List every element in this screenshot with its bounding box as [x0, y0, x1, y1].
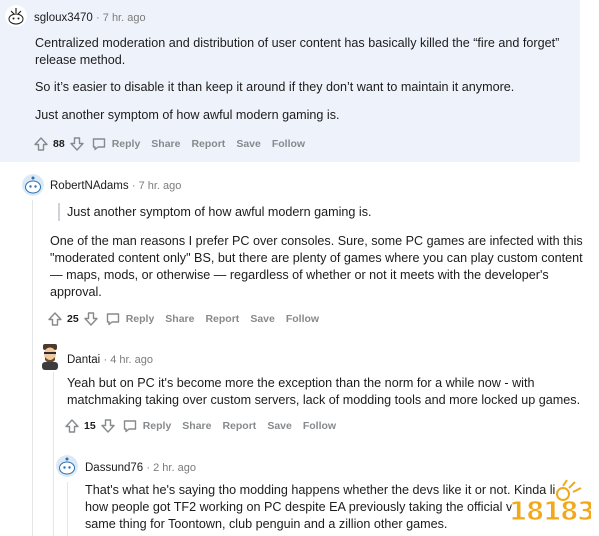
- thread-line: [53, 372, 54, 536]
- timestamp[interactable]: 4 hr. ago: [110, 354, 153, 366]
- thread-line: [67, 482, 68, 536]
- timestamp[interactable]: 7 hr. ago: [139, 180, 182, 192]
- avatar[interactable]: [5, 5, 27, 27]
- share-button[interactable]: Share: [182, 420, 211, 432]
- vote-score: 25: [67, 313, 79, 325]
- comment-text: So it’s easier to disable it than keep i…: [35, 80, 515, 94]
- reply-label: Reply: [125, 313, 155, 325]
- follow-button[interactable]: Follow: [286, 313, 319, 325]
- comment-text: approval.: [50, 285, 102, 299]
- save-button[interactable]: Save: [236, 138, 261, 150]
- reply-button[interactable]: Reply: [105, 311, 155, 327]
- username[interactable]: Dassund76: [85, 462, 143, 474]
- comment-body: Centralized moderation and distribution …: [35, 35, 575, 124]
- watermark-logo: 18183: [505, 478, 596, 530]
- comment-text: Centralized moderation and distribution …: [35, 36, 560, 50]
- comment-body: Yeah but on PC it's become more the exce…: [67, 375, 592, 409]
- comment-text: One of the man reasons I prefer PC over …: [50, 234, 583, 248]
- comment-actions: 15 Reply Share Report Save Follow: [64, 418, 347, 434]
- vote-score: 15: [84, 420, 96, 432]
- share-button[interactable]: Share: [165, 313, 194, 325]
- comment-header: RobertNAdams · 7 hr. ago: [50, 180, 182, 192]
- comment-actions: 88 Reply Share Report Save Follow: [33, 136, 316, 152]
- comment-text: "moderated content only" BS, but there a…: [50, 251, 583, 265]
- share-button[interactable]: Share: [151, 138, 180, 150]
- vote-control: 25: [47, 311, 99, 327]
- comment-header: Dassund76 · 2 hr. ago: [85, 462, 196, 474]
- follow-button[interactable]: Follow: [303, 420, 336, 432]
- report-button[interactable]: Report: [191, 138, 225, 150]
- timestamp[interactable]: 2 hr. ago: [153, 462, 196, 474]
- save-button[interactable]: Save: [250, 313, 275, 325]
- comment-actions: 25 Reply Share Report Save Follow: [47, 311, 330, 327]
- reply-label: Reply: [111, 138, 141, 150]
- report-button[interactable]: Report: [205, 313, 239, 325]
- avatar[interactable]: [56, 455, 78, 477]
- comment-body: One of the man reasons I prefer PC over …: [50, 233, 590, 301]
- upvote-icon[interactable]: [47, 311, 63, 327]
- avatar[interactable]: [38, 344, 62, 370]
- blockquote: Just another symptom of how awful modern…: [58, 203, 372, 221]
- username[interactable]: Dantai: [67, 354, 100, 366]
- downvote-icon[interactable]: [83, 311, 99, 327]
- save-button[interactable]: Save: [267, 420, 292, 432]
- username[interactable]: RobertNAdams: [50, 180, 129, 192]
- reply-button[interactable]: Reply: [122, 418, 172, 434]
- comment-header: sgloux3470 · 7 hr. ago: [34, 12, 146, 24]
- comment-text: matchmaking taking over custom servers, …: [67, 393, 581, 407]
- comment-text: — maps, mods, or otherwise — regardless …: [50, 268, 549, 282]
- comment-icon: [106, 313, 119, 326]
- vote-control: 88: [33, 136, 85, 152]
- downvote-icon[interactable]: [69, 136, 85, 152]
- vote-control: 15: [64, 418, 116, 434]
- timestamp[interactable]: 7 hr. ago: [103, 12, 146, 24]
- comment-text: Just another symptom of how awful modern…: [35, 108, 340, 122]
- comment-icon: [123, 420, 136, 433]
- reply-label: Reply: [142, 420, 172, 432]
- follow-button[interactable]: Follow: [272, 138, 305, 150]
- avatar[interactable]: [22, 174, 44, 196]
- comment-icon: [92, 138, 105, 151]
- upvote-icon[interactable]: [33, 136, 49, 152]
- vote-score: 88: [53, 138, 65, 150]
- report-button[interactable]: Report: [222, 420, 256, 432]
- downvote-icon[interactable]: [100, 418, 116, 434]
- comment-text: Yeah but on PC it's become more the exce…: [67, 376, 535, 390]
- upvote-icon[interactable]: [64, 418, 80, 434]
- watermark-text: 18183: [509, 497, 591, 527]
- comment-text: release method.: [35, 53, 126, 67]
- thread-line: [32, 200, 33, 536]
- comment-header: Dantai · 4 hr. ago: [67, 354, 154, 366]
- username[interactable]: sgloux3470: [34, 12, 93, 24]
- reply-button[interactable]: Reply: [91, 136, 141, 152]
